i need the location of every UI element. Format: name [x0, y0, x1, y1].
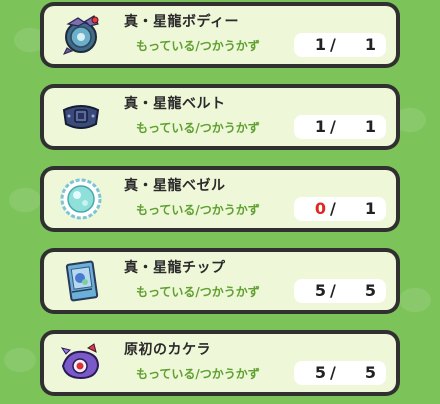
need-count: 1: [364, 199, 376, 218]
material-card: 真・星龍ベルト もっている/つかうかず 1 / 1: [44, 88, 396, 146]
have-count: 5: [314, 281, 326, 300]
material-item-dragon-body: 真・星龍ボディー もっている/つかうかず 1 / 1: [40, 2, 400, 68]
have-count: 5: [314, 363, 326, 382]
material-name: 真・星龍ベルト: [124, 96, 226, 112]
owned-used-label: もっている/つかうかず: [136, 203, 260, 217]
material-item-dragon-belt: 真・星龍ベルト もっている/つかうかず 1 / 1: [40, 84, 400, 150]
material-item-dragon-bezel: 真・星龍ベゼル もっている/つかうかず 0 / 1: [40, 166, 400, 232]
need-count: 1: [364, 35, 376, 54]
count-separator: /: [330, 363, 336, 382]
material-name: 真・星龍ベゼル: [124, 178, 226, 194]
owned-used-label: もっている/つかうかず: [136, 367, 260, 381]
material-name: 原初のカケラ: [124, 342, 211, 358]
material-item-primordial-fragment: 原初のカケラ もっている/つかうかず 5 / 5: [40, 330, 400, 396]
need-count: 1: [364, 117, 376, 136]
material-card: 真・星龍ベゼル もっている/つかうかず 0 / 1: [44, 170, 396, 228]
material-card: 真・星龍チップ もっている/つかうかず 5 / 5: [44, 252, 396, 310]
primordial-fragment-icon: [58, 340, 104, 386]
count-box: 5 / 5: [294, 279, 386, 303]
material-card: 原初のカケラ もっている/つかうかず 5 / 5: [44, 334, 396, 392]
count-separator: /: [330, 117, 336, 136]
material-item-dragon-chip: 真・星龍チップ もっている/つかうかず 5 / 5: [40, 248, 400, 314]
dragon-bezel-crystal-icon: [58, 176, 104, 222]
have-count: 1: [314, 117, 326, 136]
count-box: 0 / 1: [294, 197, 386, 221]
material-list: 真・星龍ボディー もっている/つかうかず 1 / 1 真・星龍ベルト もっている…: [0, 0, 440, 404]
have-count: 1: [314, 35, 326, 54]
count-box: 5 / 5: [294, 361, 386, 385]
dragon-body-orb-icon: [58, 12, 104, 58]
count-separator: /: [330, 35, 336, 54]
dragon-chip-card-icon: [58, 258, 104, 304]
owned-used-label: もっている/つかうかず: [136, 121, 260, 135]
count-box: 1 / 1: [294, 33, 386, 57]
dragon-belt-icon: [58, 94, 104, 140]
need-count: 5: [364, 281, 376, 300]
material-name: 真・星龍ボディー: [124, 14, 240, 30]
have-count: 0: [314, 199, 326, 218]
material-name: 真・星龍チップ: [124, 260, 226, 276]
owned-used-label: もっている/つかうかず: [136, 285, 260, 299]
owned-used-label: もっている/つかうかず: [136, 39, 260, 53]
material-card: 真・星龍ボディー もっている/つかうかず 1 / 1: [44, 6, 396, 64]
count-box: 1 / 1: [294, 115, 386, 139]
need-count: 5: [364, 363, 376, 382]
count-separator: /: [330, 199, 336, 218]
count-separator: /: [330, 281, 336, 300]
